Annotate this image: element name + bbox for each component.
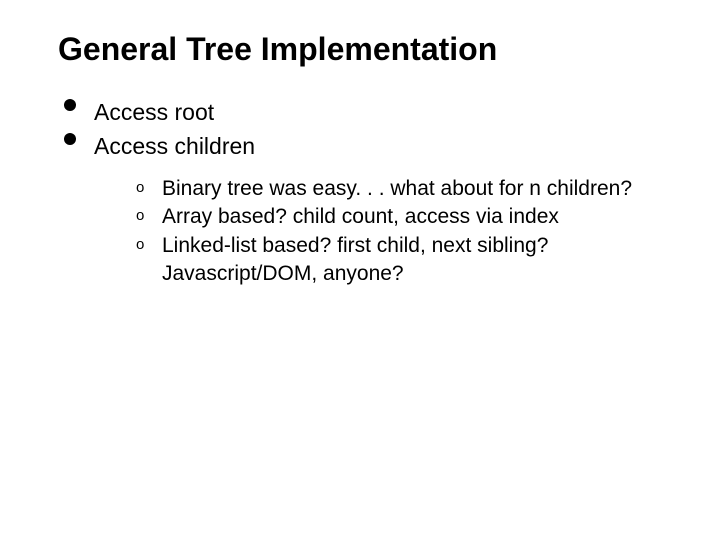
sub-bullet-text: Binary tree was easy. . . what about for… [162, 177, 632, 200]
sub-bullet-item: Binary tree was easy. . . what about for… [130, 175, 680, 203]
slide-title: General Tree Implementation [58, 30, 680, 68]
sub-bullet-text: Array based? child count, access via ind… [162, 205, 559, 228]
bullet-list-level1: Access root Access children Binary tree … [40, 96, 680, 288]
sub-bullet-item: Linked-list based? first child, next sib… [130, 232, 680, 289]
bullet-item: Access root [60, 96, 680, 129]
bullet-text: Access children [94, 133, 255, 159]
sub-bullet-text: Linked-list based? first child, next sib… [162, 234, 548, 285]
bullet-list-level2: Binary tree was easy. . . what about for… [94, 175, 680, 288]
slide: General Tree Implementation Access root … [0, 0, 720, 540]
bullet-item: Access children Binary tree was easy. . … [60, 130, 680, 289]
sub-bullet-item: Array based? child count, access via ind… [130, 203, 680, 231]
bullet-text: Access root [94, 99, 214, 125]
